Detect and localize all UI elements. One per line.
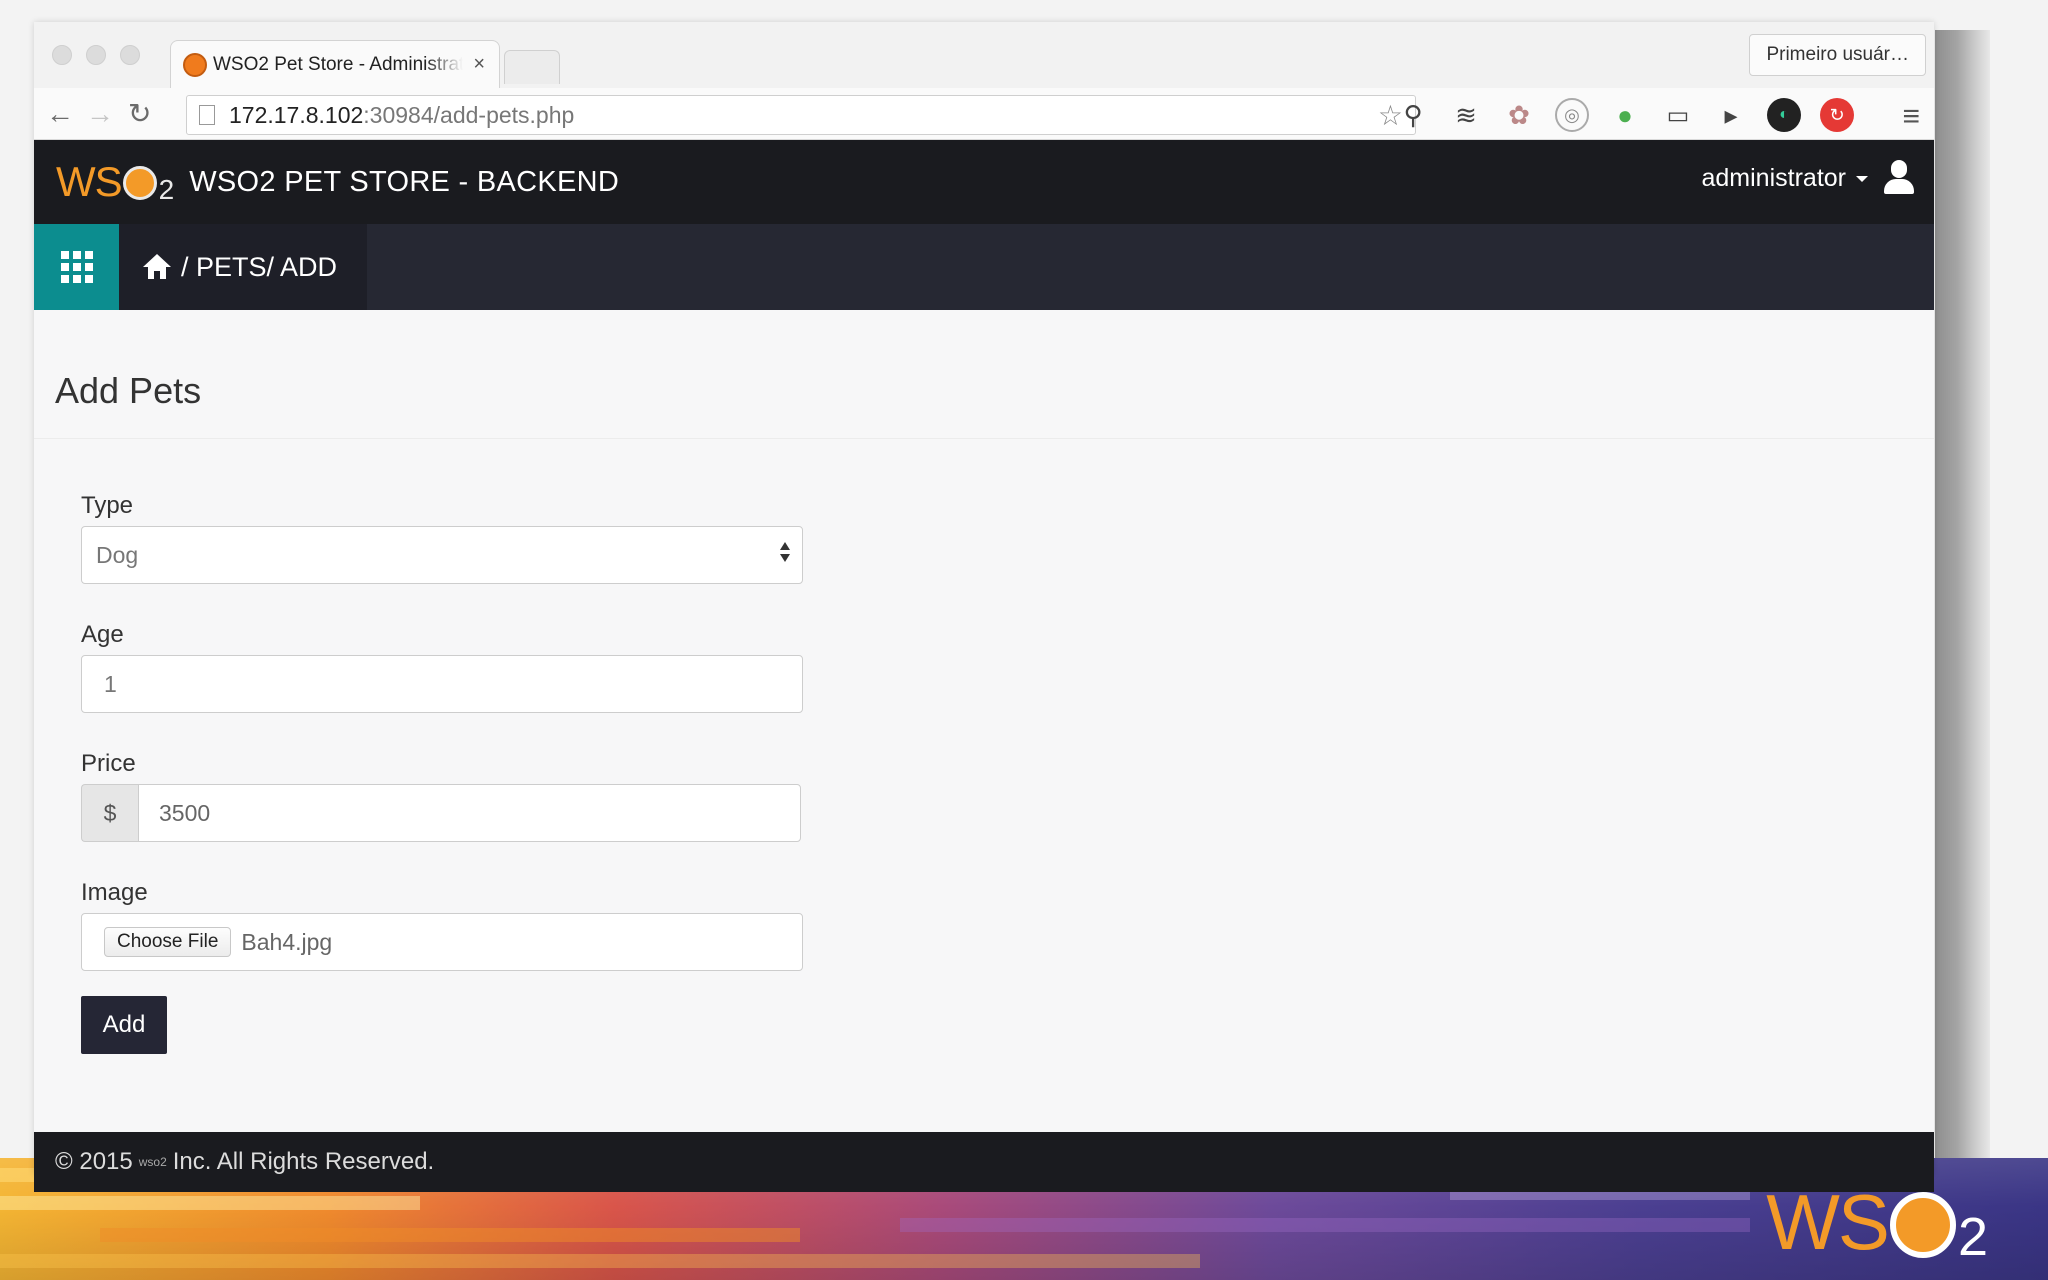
- wso2-mini-logo: wso2: [138, 1155, 167, 1169]
- add-button[interactable]: Add: [81, 996, 167, 1054]
- choose-file-button[interactable]: Choose File: [104, 927, 232, 957]
- wso2-favicon-icon: [183, 52, 207, 77]
- tab-strip: WSO2 Pet Store - Administrator × Primeir…: [34, 22, 1934, 88]
- profile-button[interactable]: Primeiro usuár…: [1749, 34, 1926, 76]
- price-input-group: $ 3500: [81, 784, 801, 842]
- footer: © 2015 wso2 Inc. All Rights Reserved.: [34, 1132, 1934, 1192]
- app-header: WS 2 WSO2 PET STORE - BACKEND administrat…: [34, 140, 1934, 224]
- tab-title: WSO2 Pet Store - Administrator: [213, 53, 463, 75]
- maximize-window-button[interactable]: [120, 45, 140, 65]
- extension-3-icon[interactable]: ✿: [1502, 98, 1536, 132]
- app-title: WSO2 PET STORE - BACKEND: [189, 165, 620, 198]
- age-input[interactable]: 1: [81, 655, 803, 713]
- browser-window: WSO2 Pet Store - Administrator × Primeir…: [34, 22, 1934, 1192]
- extension-7-icon[interactable]: ▸: [1714, 98, 1748, 132]
- select-arrows-icon: [780, 542, 790, 562]
- extension-5-icon[interactable]: ●: [1608, 98, 1642, 132]
- image-label: Image: [81, 879, 148, 906]
- app-content: WS 2 WSO2 PET STORE - BACKEND administrat…: [34, 140, 1934, 1192]
- extension-9-icon[interactable]: ↻: [1820, 98, 1854, 132]
- image-file-input[interactable]: Choose File Bah4.jpg: [81, 913, 803, 971]
- age-label: Age: [81, 621, 124, 648]
- breadcrumb-path: / PETS/ ADD: [181, 251, 338, 282]
- copyright-year: © 2015: [55, 1148, 133, 1175]
- breadcrumb: / PETS/ ADD: [119, 224, 367, 310]
- breadcrumb-bar: / PETS/ ADD: [34, 224, 1934, 310]
- wso2-logo[interactable]: WS 2: [56, 158, 174, 206]
- tab-close-icon[interactable]: ×: [473, 53, 485, 76]
- user-icon[interactable]: [1882, 160, 1916, 196]
- caret-down-icon: [1856, 175, 1868, 182]
- minimize-window-button[interactable]: [86, 45, 106, 65]
- window-shadow: [1935, 30, 1990, 1170]
- menu-icon[interactable]: ≡: [1902, 100, 1920, 134]
- age-value: 1: [104, 670, 117, 697]
- extension-icons: ⚲ ≋ ✿ ◎ ● ▭ ▸ ◐ ↻: [1396, 98, 1854, 132]
- extension-4-icon[interactable]: ◎: [1555, 98, 1589, 132]
- heading-divider: [34, 438, 1934, 439]
- selected-file-name: Bah4.jpg: [241, 928, 333, 955]
- browser-tab[interactable]: WSO2 Pet Store - Administrator ×: [170, 40, 500, 88]
- window-controls[interactable]: [52, 45, 140, 65]
- reload-icon[interactable]: ↻: [128, 98, 151, 130]
- extension-8-icon[interactable]: ◐: [1767, 98, 1801, 132]
- url-text: 172.17.8.102:30984/add-pets.php: [229, 101, 575, 128]
- type-select[interactable]: Dog: [81, 526, 803, 584]
- type-selected-value: Dog: [96, 541, 139, 568]
- page-title: Add Pets: [55, 370, 202, 411]
- back-icon[interactable]: ←: [46, 98, 74, 130]
- close-window-button[interactable]: [52, 45, 72, 65]
- forward-icon[interactable]: →: [86, 98, 114, 130]
- user-name: administrator: [1701, 164, 1847, 192]
- home-icon[interactable]: [143, 254, 171, 280]
- price-input[interactable]: 3500: [138, 784, 801, 842]
- page-icon: [199, 105, 215, 125]
- copyright-text: Inc. All Rights Reserved.: [172, 1148, 435, 1175]
- extension-1-icon[interactable]: ⚲: [1396, 98, 1430, 132]
- browser-toolbar: ← → ↻ 172.17.8.102:30984/add-pets.php ☆ …: [34, 88, 1934, 140]
- type-label: Type: [81, 492, 134, 519]
- address-bar[interactable]: 172.17.8.102:30984/add-pets.php ☆: [186, 95, 1416, 135]
- app-grid-button[interactable]: [34, 224, 119, 310]
- price-label: Price: [81, 750, 136, 777]
- grid-icon: [60, 251, 93, 283]
- user-menu[interactable]: administrator: [1701, 164, 1868, 193]
- cast-icon[interactable]: ▭: [1661, 98, 1695, 132]
- currency-addon: $: [81, 784, 138, 842]
- new-tab-button[interactable]: [504, 50, 560, 84]
- layers-icon[interactable]: ≋: [1449, 98, 1483, 132]
